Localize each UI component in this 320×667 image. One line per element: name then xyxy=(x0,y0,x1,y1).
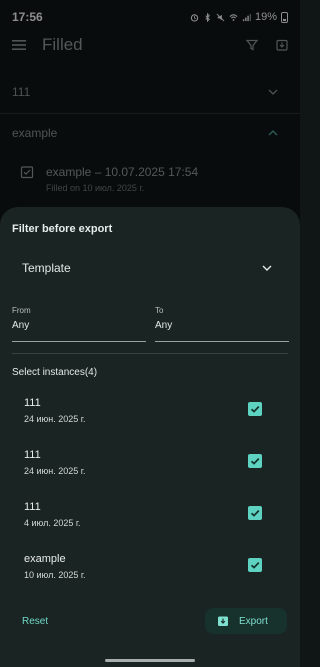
chevron-down-icon xyxy=(262,265,272,271)
export-button[interactable]: Export xyxy=(205,608,287,634)
check-icon xyxy=(250,458,260,465)
template-dropdown[interactable]: Template xyxy=(22,257,272,279)
to-date-field[interactable]: To Any xyxy=(155,306,289,342)
from-value: Any xyxy=(12,320,30,331)
reset-button[interactable]: Reset xyxy=(22,616,48,627)
template-label: Template xyxy=(22,261,71,275)
instance-date: 24 июн. 2025 г. xyxy=(24,414,86,424)
instance-date: 4 июл. 2025 г. xyxy=(24,518,81,528)
export-filter-sheet: Filter before export Template From Any T… xyxy=(0,207,300,657)
export-box-icon xyxy=(218,616,228,626)
instance-name: example xyxy=(24,553,66,565)
sheet-title: Filter before export xyxy=(12,223,113,235)
instance-checkbox[interactable] xyxy=(248,506,262,520)
to-value: Any xyxy=(155,320,173,331)
instance-name: 111 xyxy=(24,501,41,513)
select-instances-title: Select instances(4) xyxy=(12,367,98,378)
instance-date: 10 июл. 2025 г. xyxy=(24,570,86,580)
instance-name: 111 xyxy=(24,449,41,461)
from-label: From xyxy=(12,306,31,315)
instance-item[interactable]: 111 24 июн. 2025 г. xyxy=(24,449,272,489)
instance-name: 111 xyxy=(24,397,41,409)
instance-checkbox[interactable] xyxy=(248,402,262,416)
export-label: Export xyxy=(239,615,268,627)
divider xyxy=(12,353,288,354)
to-label: To xyxy=(155,306,164,315)
instance-item[interactable]: 111 4 июл. 2025 г. xyxy=(24,501,272,541)
home-gesture-handle[interactable] xyxy=(105,659,195,662)
check-icon xyxy=(250,510,260,517)
instance-checkbox[interactable] xyxy=(248,454,262,468)
from-date-field[interactable]: From Any xyxy=(12,306,146,342)
instance-date: 24 июн. 2025 г. xyxy=(24,466,86,476)
check-icon xyxy=(250,562,260,569)
check-icon xyxy=(250,406,260,413)
instance-item[interactable]: 111 24 июн. 2025 г. xyxy=(24,397,272,437)
instance-checkbox[interactable] xyxy=(248,558,262,572)
instance-item[interactable]: example 10 июл. 2025 г. xyxy=(24,553,272,593)
